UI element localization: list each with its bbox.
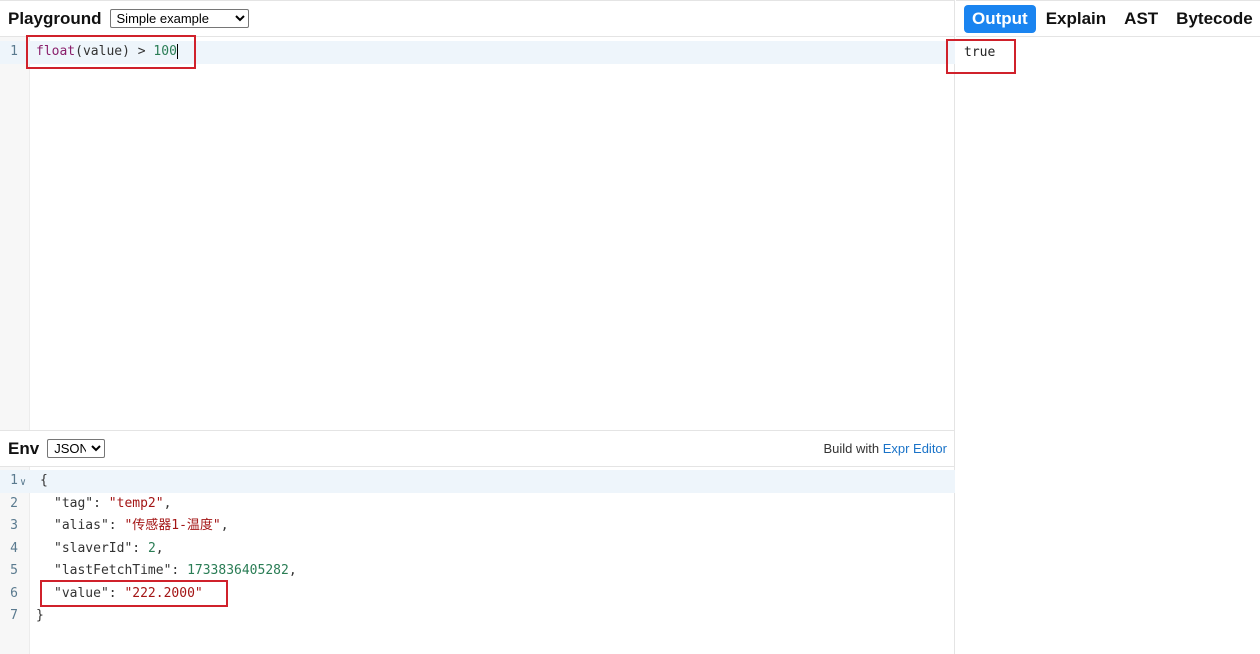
line-number: 3 <box>10 518 18 533</box>
env-code: "tag": "temp2", <box>54 495 172 511</box>
tab-ast[interactable]: AST <box>1116 5 1166 33</box>
env-line[interactable]: 1 ∨ { <box>0 470 955 493</box>
fold-chevron-icon[interactable]: ∨ <box>20 472 26 495</box>
output-result: true <box>964 45 996 60</box>
line-number: 2 <box>10 495 18 511</box>
env-editor[interactable]: 1 ∨ { 2 "tag": "temp2", 3 "alias": "传感器1… <box>0 467 955 654</box>
env-line[interactable]: 6 "value": "222.2000" <box>0 583 955 606</box>
function-token: float <box>36 44 76 59</box>
json-number: 2 <box>147 540 156 556</box>
env-line[interactable]: 3 "alias": "传感器1-温度", <box>0 515 955 538</box>
env-code: { <box>40 473 48 488</box>
playground-header: Playground Simple example <box>0 0 955 37</box>
env-header: Env JSON Build with Expr Editor <box>0 430 955 467</box>
json-number: 1733836405282 <box>187 563 289 578</box>
json-string: "temp2" <box>108 495 164 511</box>
env-code: "lastFetchTime": 1733836405282, <box>54 563 297 578</box>
line-number: 5 <box>10 563 18 578</box>
env-line[interactable]: 4 "slaverId": 2, <box>0 538 955 561</box>
expression-editor[interactable]: 1 float(value) > 100 <box>0 37 955 430</box>
env-code: } <box>36 608 44 623</box>
env-line[interactable]: 5 "lastFetchTime": 1733836405282, <box>0 560 955 583</box>
env-line[interactable]: 2 "tag": "temp2", <box>0 493 955 516</box>
env-title: Env <box>8 438 40 458</box>
editor-pane: Playground Simple example 1 float(value)… <box>0 0 955 654</box>
playground-title: Playground <box>8 8 102 28</box>
expression-gutter <box>0 37 30 430</box>
json-key: "slaverId" <box>54 540 133 556</box>
env-line[interactable]: 7 } <box>0 605 955 628</box>
number-token: 100 <box>153 44 177 59</box>
json-key: "tag" <box>54 495 94 511</box>
expression-line[interactable]: 1 float(value) > 100 <box>0 41 955 64</box>
line-number: 4 <box>10 540 18 556</box>
json-key: "value" <box>54 585 109 601</box>
json-string: "222.2000" <box>124 585 203 601</box>
line-number: 1 <box>10 44 18 59</box>
json-key: "alias" <box>54 518 109 533</box>
build-prefix: Build with <box>823 441 883 456</box>
output-tabs: Output Explain AST Bytecode <box>956 0 1260 37</box>
example-select[interactable]: Simple example <box>109 9 249 28</box>
json-string: "传感器1-温度" <box>124 518 221 533</box>
line-number: 1 <box>10 473 18 488</box>
expr-editor-link[interactable]: Expr Editor <box>883 441 947 456</box>
json-key: "lastFetchTime" <box>54 563 172 578</box>
env-format-select[interactable]: JSON <box>47 439 106 458</box>
tab-output[interactable]: Output <box>964 4 1036 33</box>
expression-code[interactable]: float(value) > 100 <box>36 41 178 64</box>
args-token: (value) <box>75 44 130 59</box>
env-code: "value": "222.2000" <box>54 585 203 601</box>
build-with-text: Build with Expr Editor <box>823 441 947 456</box>
line-number: 6 <box>10 585 18 601</box>
operator-token: > <box>129 44 154 59</box>
output-pane: Output Explain AST Bytecode true <box>956 0 1260 654</box>
tab-bytecode[interactable]: Bytecode <box>1168 5 1260 33</box>
line-number: 7 <box>10 608 18 623</box>
env-code: "alias": "传感器1-温度", <box>54 518 229 533</box>
text-cursor <box>176 44 178 59</box>
env-code: "slaverId": 2, <box>54 540 164 556</box>
tab-explain[interactable]: Explain <box>1038 5 1114 33</box>
